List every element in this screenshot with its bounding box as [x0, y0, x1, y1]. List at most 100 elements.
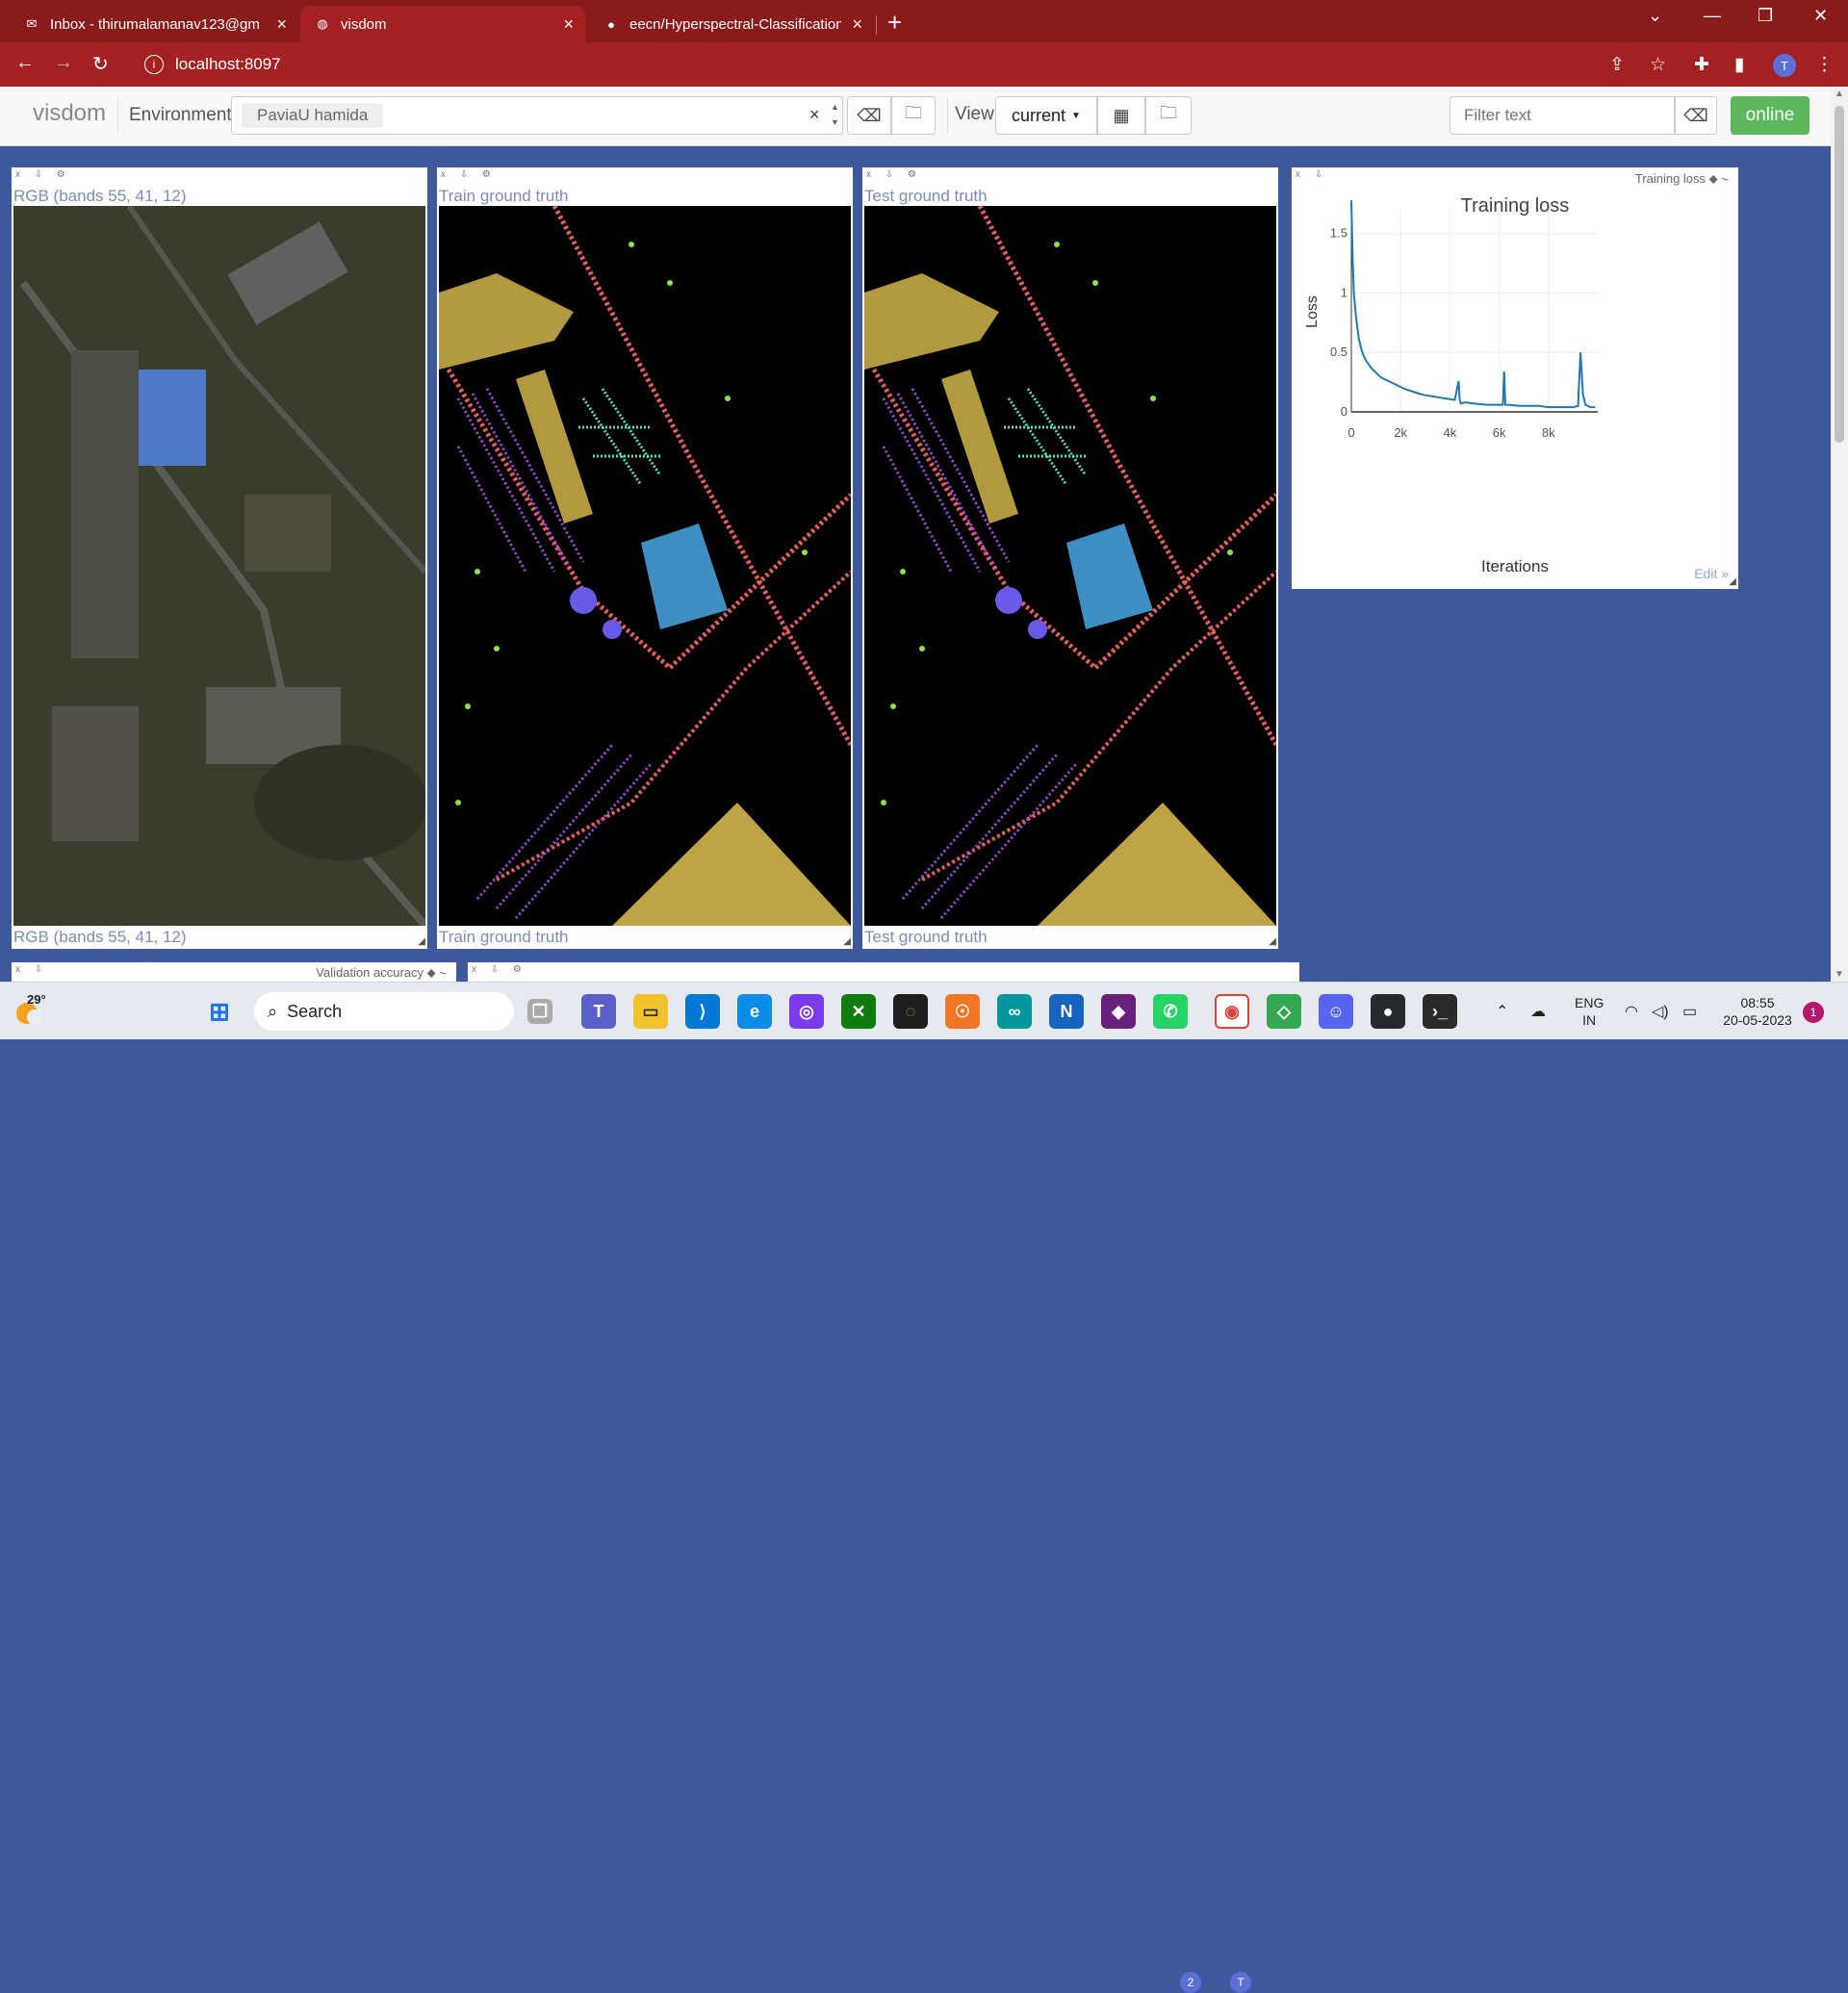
browser-toolbar: ← → ↻ i localhost:8097 ⇪ ☆ ✚ ▮ T ⋮	[0, 42, 1848, 87]
pane-train-ground-truth[interactable]: x ⇩ ⚙ Train ground truth Train ground tr…	[437, 167, 853, 949]
tab-visdom[interactable]: ◍ visdom ×	[300, 6, 585, 42]
chrome-icon[interactable]: ◉	[1215, 994, 1249, 1029]
language-line1: ENG	[1575, 995, 1604, 1010]
pane-test-ground-truth[interactable]: x ⇩ ⚙ Test ground truth Test ground trut…	[862, 167, 1278, 949]
close-tab-icon[interactable]: ×	[563, 14, 574, 35]
wifi-icon[interactable]: ◠	[1625, 1002, 1638, 1021]
start-windows-icon[interactable]: ⊞	[202, 994, 237, 1029]
folder-icon[interactable]: 🗀	[1145, 96, 1192, 135]
filter-input[interactable]	[1450, 96, 1675, 135]
tag-icon[interactable]: ⬥	[427, 965, 436, 980]
pane-controls[interactable]: x ⇩ ⚙	[472, 964, 527, 975]
divider	[117, 98, 118, 133]
minimize-icon[interactable]: —	[1704, 6, 1721, 26]
task-view-icon[interactable]: ❐	[527, 999, 552, 1024]
arduino-icon[interactable]: ∞	[997, 994, 1032, 1029]
site-info-icon[interactable]: i	[144, 55, 164, 74]
app-icon[interactable]: ◇	[1267, 994, 1301, 1029]
resize-handle-icon[interactable]: ◢	[843, 936, 851, 947]
x-tick-label: 8k	[1542, 425, 1555, 440]
volume-icon[interactable]: ◁)	[1652, 1002, 1669, 1021]
clear-environment-icon[interactable]: ×	[809, 105, 820, 125]
restore-icon[interactable]: ❐	[1758, 6, 1773, 26]
pane-validation-accuracy[interactable]: x ⇩ Validation accuracy ⬥ ∼	[12, 962, 456, 984]
eraser-icon[interactable]: ⌫	[847, 96, 891, 135]
resize-handle-icon[interactable]: ◢	[1269, 936, 1276, 947]
app-icon[interactable]: N	[1049, 994, 1084, 1029]
tab-title: Inbox - thirumalamanav123@gm	[50, 15, 260, 33]
menu-dots-icon[interactable]: ⋮	[1815, 54, 1834, 76]
reload-icon[interactable]: ↻	[92, 52, 109, 76]
close-tab-icon[interactable]: ×	[276, 14, 287, 35]
forward-icon[interactable]: →	[54, 52, 73, 74]
close-tab-icon[interactable]: ×	[852, 14, 862, 35]
show-hidden-icons-icon[interactable]: ⌃	[1496, 1002, 1508, 1021]
refresh-app-icon[interactable]: ◌	[893, 994, 928, 1029]
resize-handle-icon[interactable]: ◢	[418, 936, 425, 947]
pane-controls[interactable]: x ⇩ ⚙	[441, 169, 497, 180]
taskbar-search[interactable]: ⌕ Search	[254, 992, 514, 1031]
discord-icon[interactable]: ☺	[1319, 994, 1353, 1029]
onedrive-icon[interactable]: ☁	[1530, 1002, 1546, 1021]
edit-link[interactable]: Edit »	[1694, 566, 1729, 581]
visual-studio-icon[interactable]: ◆	[1101, 994, 1136, 1029]
pane-rgb[interactable]: x ⇩ ⚙ RGB (bands 55, 41, 12) RGB (bands …	[12, 167, 427, 949]
pane-controls[interactable]: x ⇩ ⚙	[866, 169, 922, 180]
side-panel-icon[interactable]: ▮	[1734, 54, 1744, 76]
pane-title: Test ground truth	[864, 187, 988, 205]
new-tab-button[interactable]: +	[887, 8, 902, 38]
language-indicator[interactable]: ENG IN	[1575, 994, 1604, 1029]
url-text: localhost:8097	[175, 55, 281, 73]
search-icon: ⌕	[268, 1001, 278, 1021]
environment-spinner-icon[interactable]: ▲ ▼	[831, 99, 839, 130]
edge-icon[interactable]: e	[737, 994, 772, 1029]
whatsapp-badge: 2	[1180, 1972, 1201, 1993]
pane-caption: Train ground truth	[439, 928, 569, 946]
file-explorer-icon[interactable]: ▭	[633, 994, 668, 1029]
pane-training-loss[interactable]: x ⇩ Training loss ⬥ ∼ Training loss 0 2k 4k…	[1292, 167, 1738, 589]
pane-controls[interactable]: x ⇩ ⚙	[15, 169, 71, 180]
line-chart-icon[interactable]: ∼	[439, 965, 447, 980]
online-status-button[interactable]: online	[1731, 96, 1810, 135]
github-desktop-icon[interactable]: ●	[1371, 994, 1405, 1029]
folder-icon[interactable]: 🗀	[891, 96, 936, 135]
app-icon[interactable]: ◎	[789, 994, 824, 1029]
teams-icon[interactable]: T	[581, 994, 616, 1029]
tab-github[interactable]: ● eecn/Hyperspectral-Classification ×	[589, 6, 874, 42]
clock[interactable]: 08:55 20-05-2023	[1719, 994, 1796, 1029]
scrollbar-thumb[interactable]	[1835, 106, 1844, 443]
xbox-icon[interactable]: ✕	[841, 994, 876, 1029]
close-window-icon[interactable]: ✕	[1813, 6, 1828, 26]
back-icon[interactable]: ←	[15, 52, 35, 74]
pane-untitled[interactable]: x ⇩ ⚙	[468, 962, 1299, 984]
environment-select[interactable]: PaviaU hamida × ▲ ▼	[231, 96, 843, 135]
battery-icon[interactable]: ▭	[1682, 1002, 1697, 1021]
grid-layout-icon[interactable]: ▦	[1097, 96, 1145, 135]
pane-caption: Test ground truth	[864, 928, 988, 946]
jupyter-icon[interactable]: ☉	[945, 994, 980, 1029]
view-select[interactable]: current ▼	[995, 96, 1097, 135]
window-label-text: Validation accuracy	[316, 965, 424, 980]
tab-separator	[876, 15, 877, 35]
profile-avatar[interactable]: T	[1773, 54, 1796, 77]
pane-controls[interactable]: x ⇩	[15, 964, 48, 975]
resize-handle-icon[interactable]: ◢	[1729, 576, 1736, 587]
address-bar[interactable]: i localhost:8097	[135, 48, 1636, 81]
eraser-icon[interactable]: ⌫	[1675, 96, 1717, 135]
terminal-icon[interactable]: ›_	[1423, 994, 1457, 1029]
scroll-down-icon[interactable]: ▼	[1835, 969, 1844, 980]
tab-gmail[interactable]: ✉ Inbox - thirumalamanav123@gm ×	[10, 6, 298, 42]
caret-down-icon: ▼	[1071, 110, 1081, 121]
vscode-icon[interactable]: ⟩	[685, 994, 720, 1029]
tab-search-icon[interactable]: ⌄	[1648, 6, 1662, 26]
whatsapp-icon[interactable]: ✆	[1153, 994, 1188, 1029]
environment-chip[interactable]: PaviaU hamida	[242, 103, 384, 128]
x-axis-label: Iterations	[1481, 557, 1549, 575]
bookmark-star-icon[interactable]: ☆	[1650, 54, 1666, 76]
gmail-icon: ✉	[26, 16, 38, 31]
scroll-up-icon[interactable]: ▲	[1835, 89, 1844, 99]
page-scrollbar[interactable]: ▲ ▼	[1831, 87, 1848, 982]
notification-badge[interactable]: 1	[1803, 1002, 1824, 1023]
share-icon[interactable]: ⇪	[1609, 54, 1625, 76]
extensions-icon[interactable]: ✚	[1694, 54, 1709, 76]
